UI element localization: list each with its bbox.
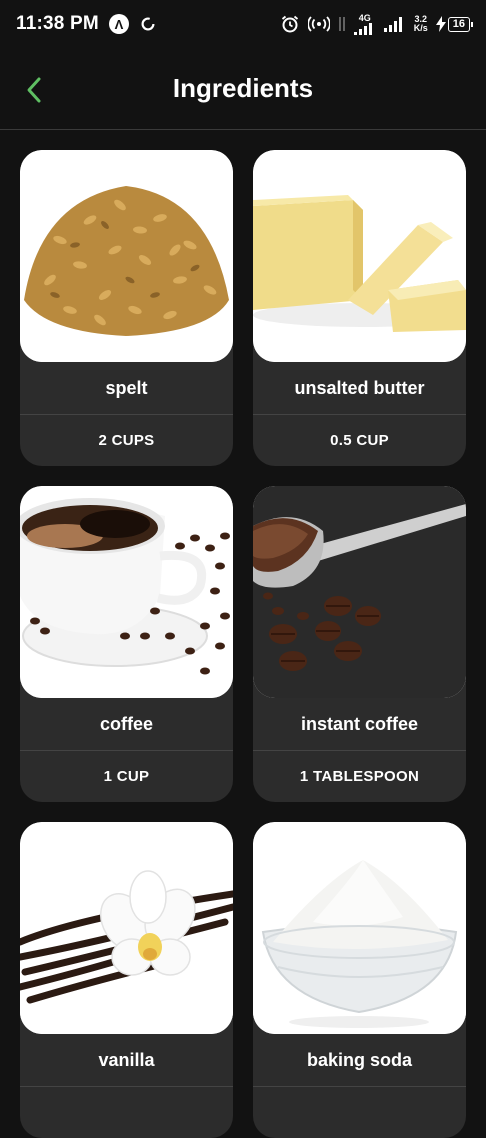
network-speed-unit: K/s [413, 23, 428, 33]
ingredient-card-coffee[interactable]: coffee 1 CUP [20, 486, 233, 802]
network-type-label: 4G [358, 12, 371, 23]
ingredient-name: instant coffee [253, 698, 466, 751]
ingredient-card-spelt[interactable]: spelt 2 CUPS [20, 150, 233, 466]
charging-bolt-icon [435, 16, 446, 32]
alarm-icon [281, 15, 298, 33]
ingredient-quantity [253, 1087, 466, 1138]
status-time: 11:38 PM [16, 13, 99, 34]
ingredient-name: coffee [20, 698, 233, 751]
ingredient-card-vanilla[interactable]: vanilla [20, 822, 233, 1138]
ingredient-name: baking soda [253, 1034, 466, 1087]
hotspot-icon [307, 16, 330, 32]
page-title: Ingredients [172, 73, 314, 103]
ingredient-quantity: 2 CUPS [98, 432, 155, 449]
chevron-left-icon [27, 77, 41, 103]
baking-soda-bowl-image [253, 822, 466, 1034]
app-notification-icon: Λ [108, 14, 129, 34]
ingredient-quantity: 1 CUP [103, 768, 150, 785]
battery-icon: 16 [447, 16, 474, 32]
data-arrows-icon [338, 17, 345, 31]
ingredient-name: unsalted butter [253, 362, 466, 415]
spelt-grains-image [20, 150, 233, 362]
ingredient-card-instant-coffee[interactable]: instant coffee 1 TABLESPOON [253, 486, 466, 802]
coffee-scoop-image [253, 486, 466, 698]
ingredient-card-unsalted-butter[interactable]: unsalted butter 0.5 CUP [253, 150, 466, 466]
butter-image [253, 150, 466, 362]
signal-strength-2-icon [383, 17, 402, 32]
ingredient-name: spelt [20, 362, 233, 415]
vanilla-orchid-image [20, 822, 233, 1034]
ingredient-quantity: 0.5 CUP [330, 432, 389, 449]
signal-strength-icon [353, 22, 372, 35]
back-button[interactable] [18, 74, 50, 106]
status-bar: 11:38 PM Λ 4G 3.2 K/s 16 [0, 0, 486, 48]
ingredient-quantity [20, 1087, 233, 1138]
sync-icon [141, 17, 155, 31]
coffee-cup-image [20, 486, 233, 698]
app-bar: Ingredients [0, 48, 486, 130]
ingredient-card-baking-soda[interactable]: baking soda [253, 822, 466, 1138]
ingredient-quantity: 1 TABLESPOON [299, 768, 420, 785]
battery-level: 16 [452, 18, 465, 30]
ingredients-grid: spelt 2 CUPS unsalted butter 0.5 CUP cof… [20, 150, 466, 1138]
ingredient-name: vanilla [20, 1034, 233, 1087]
